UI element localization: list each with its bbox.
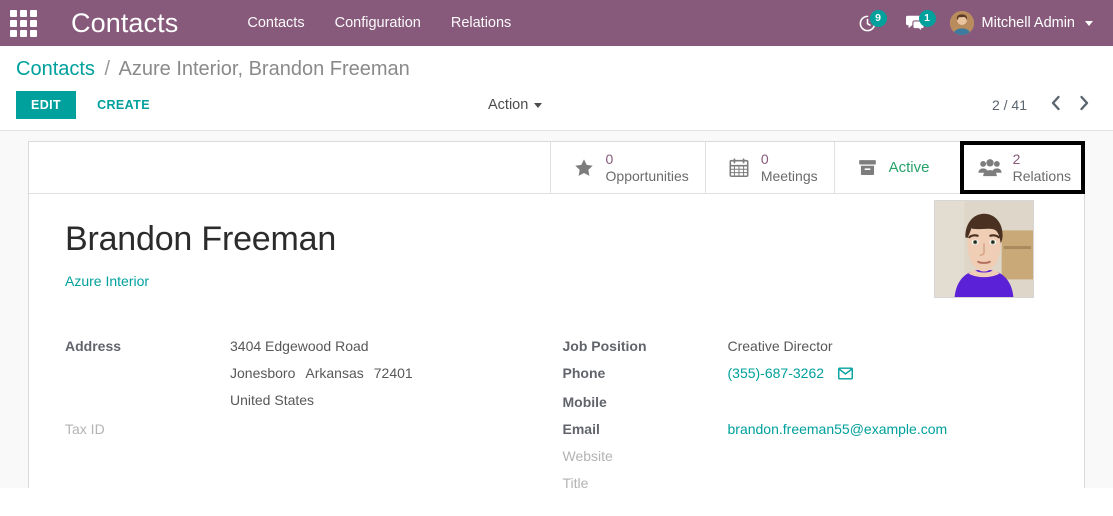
chevron-down-icon <box>1085 20 1093 26</box>
stat-text-opportunities: 0 Opportunities <box>606 151 689 184</box>
field-email: Email brandon.freeman55@example.com <box>563 416 1049 443</box>
contact-photo-image <box>935 201 1033 297</box>
address-city-state-zip: Jonesboro Arkansas 72401 <box>230 360 423 387</box>
user-avatar <box>949 11 974 35</box>
activity-menu-button[interactable]: 9 <box>844 0 891 46</box>
stat-value-meetings: 0 <box>760 150 769 167</box>
field-mobile: Mobile <box>563 389 1049 416</box>
users-group-icon <box>978 158 1002 178</box>
field-label-email: Email <box>562 421 600 438</box>
stat-label-opportunities: Opportunities <box>605 167 689 184</box>
messages-count-badge: 1 <box>918 10 936 27</box>
contact-photo[interactable] <box>934 200 1034 298</box>
stat-text-relations: 2 Relations <box>1013 151 1071 184</box>
envelope-sms-icon[interactable] <box>837 362 853 389</box>
breadcrumb: Contacts / Azure Interior, Brandon Freem… <box>16 58 1097 81</box>
create-button[interactable]: CREATE <box>84 91 163 119</box>
stat-value-relations: 2 <box>1012 150 1021 167</box>
breadcrumb-current: Azure Interior, Brandon Freeman <box>118 58 410 80</box>
field-label-job-position: Job Position <box>562 338 647 355</box>
address-zip: 72401 <box>373 365 413 382</box>
field-phone: Phone (355)-687-3262 <box>563 360 1049 389</box>
action-dropdown-label: Action <box>488 97 529 113</box>
stat-value-opportunities: 0 <box>605 150 614 167</box>
field-value-phone[interactable]: (355)-687-3262 <box>728 365 825 381</box>
user-name-label: Mitchell Admin <box>981 15 1075 31</box>
field-label-phone: Phone <box>562 365 606 382</box>
field-value-phone-wrap: (355)-687-3262 <box>728 360 853 389</box>
breadcrumb-separator: / <box>104 58 111 80</box>
field-title: Title <box>563 470 1049 488</box>
record-title: Brandon Freeman <box>65 220 337 258</box>
form-column-right: Job Position Creative Director Phone (35… <box>557 333 1049 488</box>
chevron-right-icon <box>1080 95 1089 111</box>
field-label-tax-id: Tax ID <box>65 421 105 438</box>
archive-box-icon <box>857 157 878 178</box>
chevron-down-icon <box>534 102 543 108</box>
app-brand-title: Contacts <box>71 7 179 38</box>
pager-previous-button[interactable] <box>1043 95 1068 115</box>
menu-item-relations[interactable]: Relations <box>436 9 526 37</box>
breadcrumb-root-link[interactable]: Contacts <box>16 58 95 80</box>
menu-item-contacts[interactable]: Contacts <box>232 9 319 37</box>
menu-item-configuration[interactable]: Configuration <box>320 9 436 37</box>
user-menu-button[interactable]: Mitchell Admin <box>940 11 1101 35</box>
avatar-photo-icon <box>949 11 974 35</box>
field-address: Address 3404 Edgewood Road Jonesboro Arka… <box>65 333 557 414</box>
stat-button-active[interactable]: Active <box>833 142 960 193</box>
action-dropdown[interactable]: Action <box>488 97 543 113</box>
record-content: Brandon Freeman Azure Interior Address 3… <box>29 194 1084 488</box>
field-job-position: Job Position Creative Director <box>563 333 1049 360</box>
record-company-link[interactable]: Azure Interior <box>65 273 149 289</box>
field-website: Website <box>563 443 1049 470</box>
main-menu: Contacts Configuration Relations <box>232 9 526 37</box>
page-body: 0 Opportunities 0 Meetings Active 2 Rela… <box>0 131 1113 488</box>
activity-count-badge: 9 <box>869 10 887 27</box>
field-value-job-position[interactable]: Creative Director <box>728 333 833 360</box>
edit-button[interactable]: EDIT <box>16 91 77 119</box>
stat-button-opportunities[interactable]: 0 Opportunities <box>549 142 705 193</box>
address-state: Arkansas <box>305 365 364 382</box>
field-tax-id: Tax ID <box>65 416 557 443</box>
apps-menu-button[interactable] <box>0 0 46 46</box>
stat-button-relations[interactable]: 2 Relations <box>959 141 1085 194</box>
stat-button-meetings[interactable]: 0 Meetings <box>704 142 834 193</box>
field-label-title: Title <box>562 475 589 488</box>
field-value-email[interactable]: brandon.freeman55@example.com <box>728 416 948 443</box>
field-label-website: Website <box>562 448 613 465</box>
navbar-right-group: 9 1 Mitchell Admin <box>844 0 1101 46</box>
address-street: 3404 Edgewood Road <box>230 338 369 355</box>
stat-label-relations: Relations <box>1012 167 1071 184</box>
stat-button-row: 0 Opportunities 0 Meetings Active 2 Rela… <box>29 141 1085 194</box>
pager: 2 / 41 <box>992 95 1097 115</box>
stat-label-active: Active <box>888 158 930 176</box>
pager-count: 2 / 41 <box>991 97 1027 113</box>
star-icon <box>573 157 595 179</box>
form-grid: Address 3404 Edgewood Road Jonesboro Arka… <box>65 333 1048 488</box>
field-label-mobile: Mobile <box>562 394 607 411</box>
record-sheet: 0 Opportunities 0 Meetings Active 2 Rela… <box>28 141 1085 488</box>
address-country: United States <box>230 392 315 409</box>
control-panel-buttons-row: EDIT CREATE Action 2 / 41 <box>16 90 1097 120</box>
field-value-address[interactable]: 3404 Edgewood Road Jonesboro Arkansas 7240… <box>230 333 423 414</box>
form-column-left: Address 3404 Edgewood Road Jonesboro Arka… <box>65 333 557 488</box>
stat-label-meetings: Meetings <box>760 167 818 184</box>
messages-menu-button[interactable]: 1 <box>891 0 940 46</box>
stat-text-active: Active <box>889 159 930 177</box>
pager-next-button[interactable] <box>1072 95 1097 115</box>
stat-text-meetings: 0 Meetings <box>761 151 818 184</box>
apps-grid-icon <box>9 9 37 37</box>
address-city: Jonesboro <box>230 365 296 382</box>
top-navbar: Contacts Contacts Configuration Relation… <box>0 0 1113 46</box>
calendar-icon <box>728 157 750 179</box>
chevron-left-icon <box>1051 95 1060 111</box>
control-panel: Contacts / Azure Interior, Brandon Freem… <box>0 46 1113 131</box>
field-label-address: Address <box>65 338 122 355</box>
